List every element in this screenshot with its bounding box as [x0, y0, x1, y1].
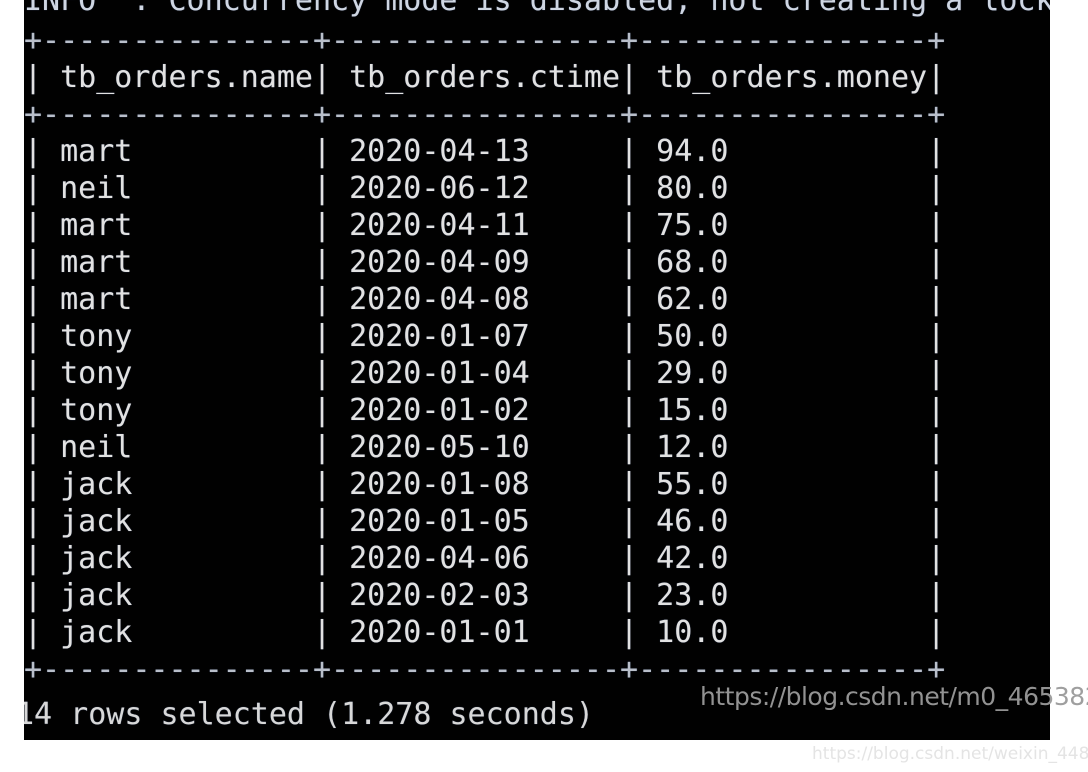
table-rule-header: +---------------+----------------+------…: [24, 97, 946, 132]
table-header-row: | tb_orders.name| tb_orders.ctime| tb_or…: [24, 60, 946, 95]
table-rule-bottom: +---------------+----------------+------…: [24, 652, 946, 687]
table-row: | mart | 2020-04-08 | 62.0 |: [24, 282, 946, 317]
table-row: | tony | 2020-01-02 | 15.0 |: [24, 393, 946, 428]
terminal-screenshot: +---------------+----------------+------…: [0, 0, 1088, 772]
terminal-output-panel[interactable]: +---------------+----------------+------…: [24, 0, 1050, 722]
table-rule-top: +---------------+----------------+------…: [24, 23, 946, 58]
table-row: | jack | 2020-02-03 | 23.0 |: [24, 578, 946, 613]
table-row: | mart | 2020-04-09 | 68.0 |: [24, 245, 946, 280]
rows-selected-status: 14 rows selected (1.278 seconds): [24, 700, 594, 732]
table-row: | jack | 2020-01-01 | 10.0 |: [24, 615, 946, 650]
table-row: | mart | 2020-04-11 | 75.0 |: [24, 208, 946, 243]
csdn-watermark-bottom: https://blog.csdn.net/weixin_44844089: [812, 744, 1088, 764]
table-row: | jack | 2020-04-06 | 42.0 |: [24, 541, 946, 576]
info-log-line: INFO : Concurrency mode is disabled, not…: [24, 0, 1050, 18]
table-row: | jack | 2020-01-08 | 55.0 |: [24, 467, 946, 502]
table-row: | jack | 2020-01-05 | 46.0 |: [24, 504, 946, 539]
table-row: | tony | 2020-01-07 | 50.0 |: [24, 319, 946, 354]
table-row: | neil | 2020-06-12 | 80.0 |: [24, 171, 946, 206]
clipped-status-line-container: 14 rows selected (1.278 seconds): [24, 700, 1050, 740]
clipped-info-line-container: INFO : Concurrency mode is disabled, not…: [24, 0, 1050, 20]
table-row: | neil | 2020-05-10 | 12.0 |: [24, 430, 946, 465]
table-row: | tony | 2020-01-04 | 29.0 |: [24, 356, 946, 391]
table-row: | mart | 2020-04-13 | 94.0 |: [24, 134, 946, 169]
